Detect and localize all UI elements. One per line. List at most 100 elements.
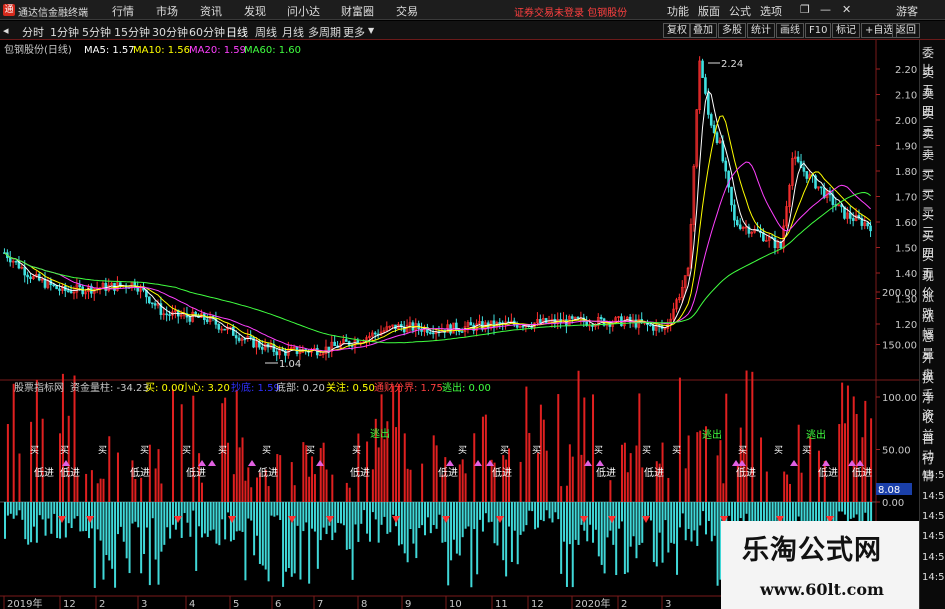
fund-bar-positive bbox=[542, 419, 545, 502]
menu-options[interactable]: 选项 bbox=[760, 3, 782, 19]
menu-function[interactable]: 功能 bbox=[667, 3, 689, 19]
period-daily[interactable]: 日线 bbox=[226, 24, 248, 40]
date-tick-label: 4 bbox=[189, 599, 195, 609]
fund-bar-negative bbox=[145, 502, 148, 528]
fund-bar-negative bbox=[192, 502, 195, 511]
side-panel-item[interactable]: 14:50 bbox=[922, 470, 945, 481]
pink-up-arrow bbox=[738, 460, 746, 466]
side-panel-item[interactable]: 14:50 bbox=[922, 491, 945, 502]
period-multi[interactable]: 多周期 bbox=[308, 24, 341, 40]
candle-body bbox=[231, 326, 235, 336]
menu-market[interactable]: 市场 bbox=[156, 3, 178, 19]
close-icon[interactable]: ✕ bbox=[842, 3, 851, 16]
fund-bar-positive bbox=[279, 455, 282, 502]
side-panel-item[interactable]: 14:50 bbox=[922, 552, 945, 563]
fund-bar-negative bbox=[452, 502, 455, 540]
stats-button[interactable]: 统计 bbox=[747, 23, 775, 38]
date-tick-label: 9 bbox=[405, 599, 411, 609]
fund-bar-negative bbox=[284, 502, 287, 572]
period-weekly[interactable]: 周线 bbox=[255, 24, 277, 40]
period-tick[interactable]: 分时 bbox=[22, 24, 44, 40]
menu-ask[interactable]: 问小达 bbox=[287, 3, 320, 19]
candle-body bbox=[58, 288, 61, 291]
fund-bar-negative bbox=[589, 502, 592, 525]
fund-bar-negative bbox=[635, 502, 638, 559]
fund-bar-negative bbox=[276, 502, 279, 516]
fund-bar-negative bbox=[797, 502, 800, 517]
period-60min[interactable]: 60分钟 bbox=[189, 24, 225, 40]
fund-bar-negative bbox=[600, 502, 603, 565]
period-1min[interactable]: 1分钟 bbox=[50, 24, 79, 40]
overlay-button[interactable]: 叠加 bbox=[689, 23, 717, 38]
side-panel-item[interactable]: 14:50 bbox=[922, 572, 945, 583]
back-button[interactable]: 返回 bbox=[892, 23, 920, 38]
fund-bar-positive bbox=[687, 435, 690, 502]
period-30min[interactable]: 30分钟 bbox=[152, 24, 188, 40]
period-more[interactable]: 更多 bbox=[343, 24, 365, 40]
fund-bar-negative bbox=[577, 502, 580, 545]
fund-bar-positive bbox=[484, 414, 487, 502]
candle-body bbox=[707, 93, 710, 115]
fund-bar-positive bbox=[102, 478, 105, 502]
candle-body bbox=[275, 351, 279, 356]
toolbar-back-icon[interactable]: ◂ bbox=[3, 24, 9, 37]
fund-bar-negative bbox=[264, 502, 267, 570]
fund-bar-negative bbox=[615, 502, 618, 576]
candle-body bbox=[733, 204, 736, 221]
fund-bar-positive bbox=[609, 480, 612, 502]
menu-formula[interactable]: 公式 bbox=[729, 3, 751, 19]
side-panel-item[interactable]: 14:50 bbox=[922, 511, 945, 522]
date-tick-label: 7 bbox=[317, 599, 323, 609]
fund-bar-negative bbox=[41, 502, 44, 520]
f10-button[interactable]: F10 bbox=[805, 23, 832, 38]
guest-user[interactable]: 游客 bbox=[896, 3, 918, 19]
period-5min[interactable]: 5分钟 bbox=[82, 24, 111, 40]
signal-buy: 买 bbox=[262, 445, 271, 456]
fund-bar-negative bbox=[302, 502, 305, 532]
menu-quotes[interactable]: 行情 bbox=[112, 3, 134, 19]
signal-low-entry: 低进 bbox=[852, 466, 872, 479]
fund-bar-negative bbox=[299, 502, 302, 580]
fund-bar-negative bbox=[163, 502, 166, 545]
more-dropdown-icon[interactable]: ▼ bbox=[368, 26, 374, 35]
menu-discover[interactable]: 发现 bbox=[244, 3, 266, 19]
fund-bar-negative bbox=[90, 502, 93, 529]
menu-trade[interactable]: 交易 bbox=[396, 3, 418, 19]
side-panel-item[interactable]: 14:50 bbox=[922, 531, 945, 542]
fund-bar-positive bbox=[571, 456, 574, 502]
period-monthly[interactable]: 月线 bbox=[282, 24, 304, 40]
menu-layout[interactable]: 版面 bbox=[698, 3, 720, 19]
candle-body bbox=[738, 224, 742, 229]
fund-bar-negative bbox=[235, 502, 238, 532]
fund-bar-negative bbox=[389, 502, 392, 533]
readout-caution: 小心: 3.20 bbox=[181, 382, 230, 394]
multi-stock-button[interactable]: 多股 bbox=[718, 23, 746, 38]
fund-bar-negative bbox=[841, 502, 844, 512]
fund-bar-negative bbox=[56, 502, 59, 538]
fund-bar-negative bbox=[563, 502, 566, 542]
fund-bar-negative bbox=[137, 502, 140, 528]
fund-bar-positive bbox=[528, 432, 531, 502]
fund-bar-negative bbox=[160, 502, 163, 552]
fund-bar-positive bbox=[641, 467, 644, 502]
minimize-icon[interactable]: — bbox=[820, 3, 831, 16]
menu-wealth[interactable]: 财富圈 bbox=[341, 3, 374, 19]
adjust-button[interactable]: 复权 bbox=[663, 23, 691, 38]
restore-icon[interactable]: ❐ bbox=[800, 3, 810, 16]
fund-bar-negative bbox=[603, 502, 606, 574]
draw-line-button[interactable]: 画线 bbox=[776, 23, 804, 38]
fund-bar-negative bbox=[21, 502, 24, 520]
fund-bar-positive bbox=[583, 397, 586, 502]
login-notice[interactable]: 证券交易未登录 包钢股份 bbox=[514, 4, 627, 19]
candle-body bbox=[165, 313, 168, 316]
fund-bar-positive bbox=[560, 486, 563, 502]
mark-button[interactable]: 标记 bbox=[832, 23, 860, 38]
candle-body bbox=[260, 346, 264, 350]
price-tick-label: 1.50 bbox=[895, 244, 917, 255]
period-15min[interactable]: 15分钟 bbox=[114, 24, 150, 40]
candle-body bbox=[431, 332, 435, 335]
menu-news[interactable]: 资讯 bbox=[200, 3, 222, 19]
fund-bar-negative bbox=[409, 502, 412, 530]
fund-bar-positive bbox=[716, 455, 719, 502]
fund-bar-positive bbox=[108, 436, 111, 502]
